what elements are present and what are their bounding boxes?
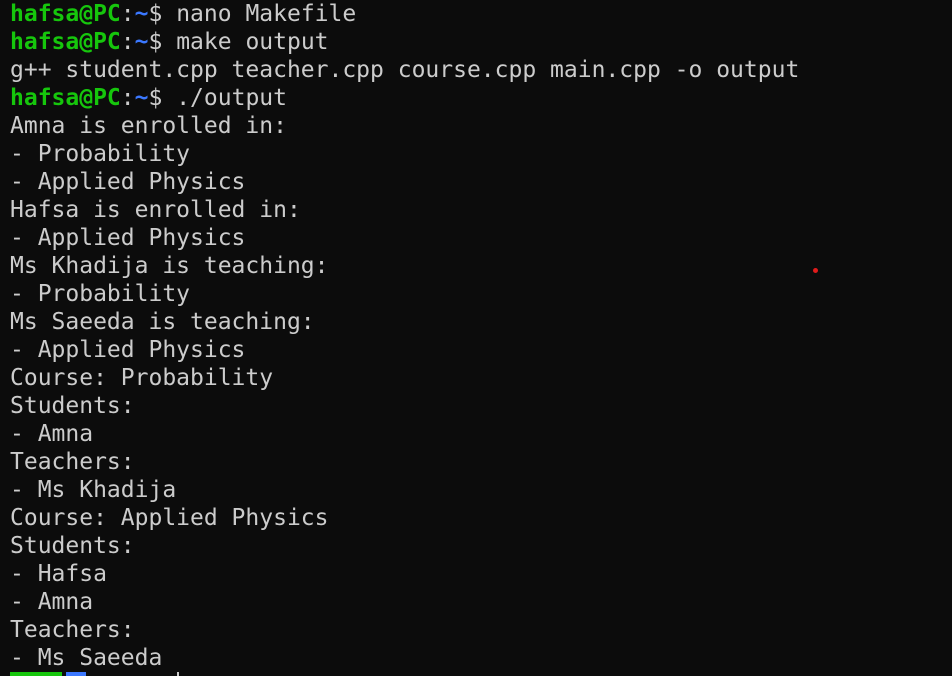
next-prompt-path-fragment [66,672,86,676]
terminal-prompt-line: hafsa@PC:~$ make output [10,28,952,56]
prompt-dollar: $ [148,1,163,27]
next-prompt-partial [10,672,180,676]
terminal-output-line: Students: [10,393,135,419]
prompt-dollar: $ [148,85,163,111]
terminal-output-line: - Amna [10,589,94,615]
terminal-output-line: Students: [10,533,135,559]
terminal-output-line: - Applied Physics [10,225,246,251]
terminal-output-line: - Ms Khadija [10,477,177,503]
command-text: ./output [162,85,287,111]
terminal-output-line: - Amna [10,421,94,447]
terminal-window[interactable]: hafsa@PC:~$ nano Makefile hafsa@PC:~$ ma… [0,0,952,676]
terminal-prompt-line: hafsa@PC:~$ ./output [10,84,952,112]
terminal-output-line: Hafsa is enrolled in: [10,197,301,223]
next-prompt-user-host-fragment [10,672,62,676]
prompt-path: ~ [134,1,149,27]
terminal-output-line: Teachers: [10,449,135,475]
prompt-path: ~ [134,85,149,111]
command-text: nano Makefile [162,1,357,27]
red-dot-marker [813,268,818,273]
terminal-output-line: Ms Saeeda is teaching: [10,309,315,335]
prompt-user-host: hafsa@PC [10,29,121,55]
terminal-output-line: Teachers: [10,617,135,643]
terminal-output-line: - Ms Saeeda [10,645,163,671]
terminal-output-line: Course: Applied Physics [10,505,329,531]
terminal-output-line: Amna is enrolled in: [10,113,287,139]
text-cursor [177,672,179,676]
prompt-path: ~ [134,29,149,55]
terminal-output-line: g++ student.cpp teacher.cpp course.cpp m… [10,57,800,83]
prompt-colon: : [120,29,135,55]
terminal-output-line: Course: Probability [10,365,274,391]
prompt-colon: : [120,1,135,27]
command-text: make output [162,29,329,55]
terminal-output-line: Ms Khadija is teaching: [10,253,329,279]
prompt-user-host: hafsa@PC [10,1,121,27]
terminal-output-line: - Hafsa [10,561,107,587]
prompt-dollar: $ [148,29,163,55]
prompt-user-host: hafsa@PC [10,85,121,111]
terminal-output-line: - Probability [10,281,191,307]
terminal-output-line: - Applied Physics [10,337,246,363]
terminal-output-line: - Probability [10,141,191,167]
terminal-prompt-line: hafsa@PC:~$ nano Makefile [10,0,952,28]
prompt-colon: : [120,85,135,111]
terminal-output-line: - Applied Physics [10,169,246,195]
